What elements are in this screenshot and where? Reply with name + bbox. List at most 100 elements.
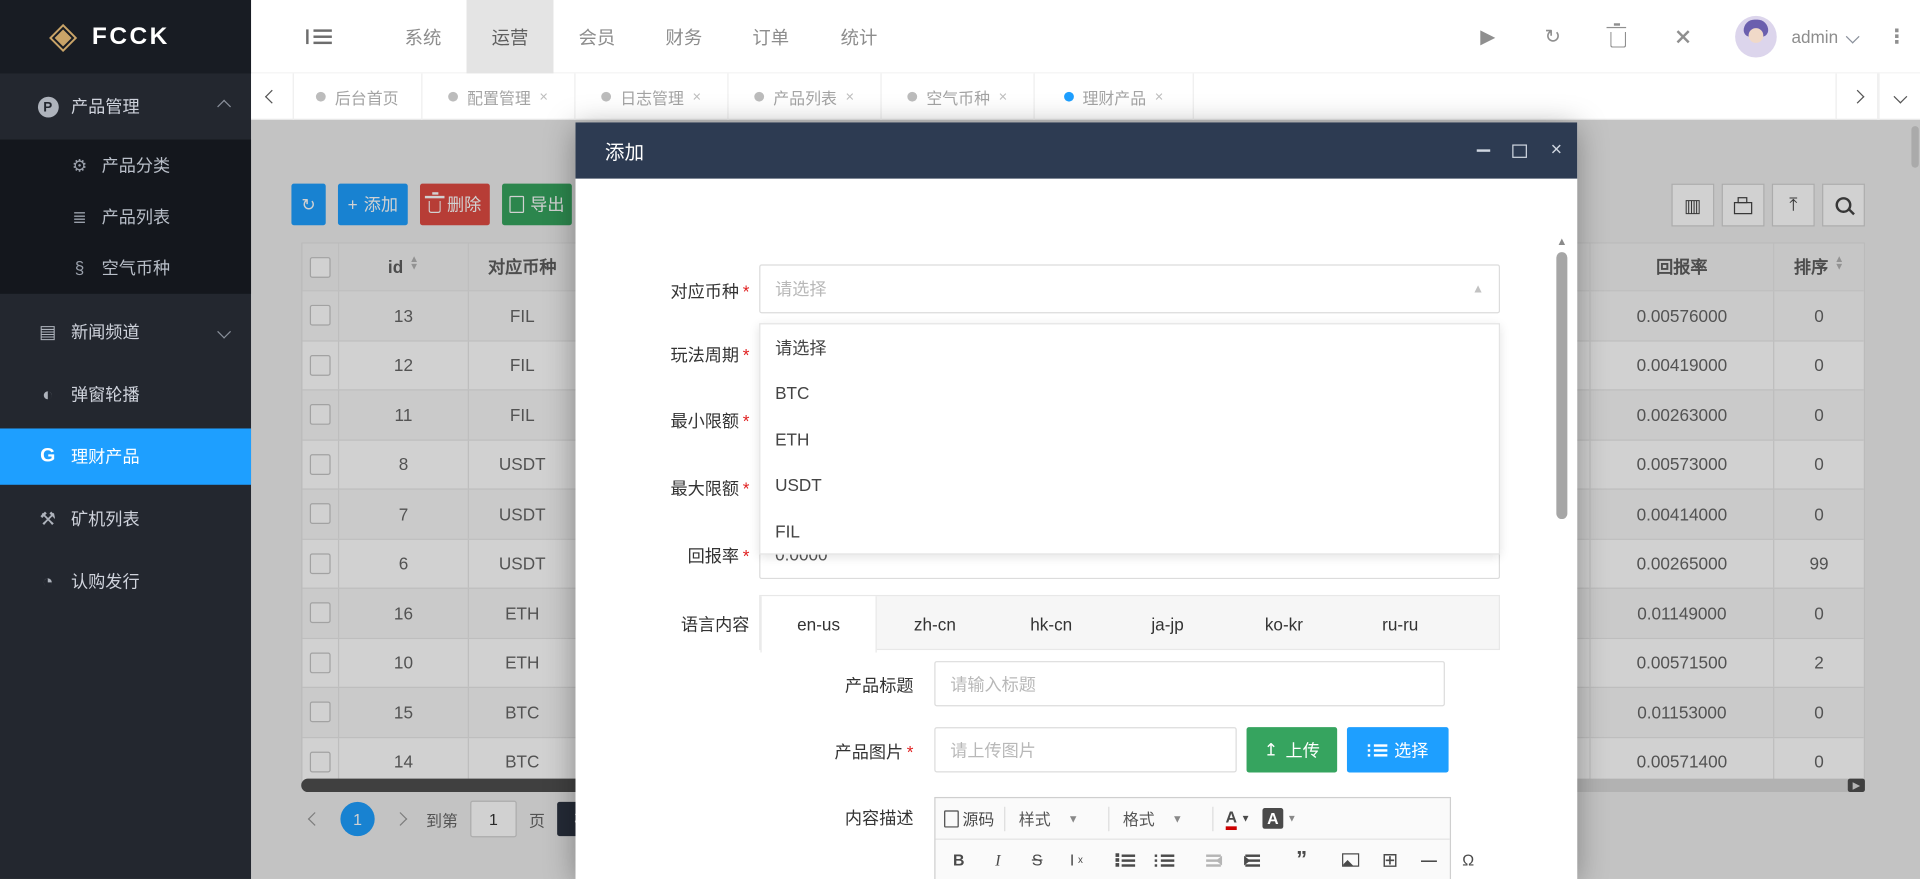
language-tab[interactable]: ko-kr	[1226, 596, 1342, 651]
currency-select[interactable]: 请选择 ▲	[759, 264, 1500, 313]
language-tab[interactable]: en-us	[760, 596, 876, 652]
bg-color-button[interactable]: A▼	[1259, 802, 1301, 834]
tab-wealth-product[interactable]: 理财产品×	[1035, 73, 1194, 120]
user-menu[interactable]: admin	[1791, 0, 1857, 73]
product-image-input[interactable]	[934, 727, 1236, 772]
avatar[interactable]	[1735, 16, 1777, 58]
maximize-button[interactable]	[1501, 122, 1538, 178]
close-tab-icon[interactable]: ×	[539, 88, 548, 105]
sidebar-item-air-coin[interactable]: § 空气币种	[0, 242, 251, 293]
dropdown-option[interactable]: BTC	[760, 370, 1498, 416]
tab-air-coin[interactable]: 空气币种×	[882, 73, 1035, 120]
horizontal-rule-button[interactable]: ―	[1411, 844, 1448, 876]
choose-button[interactable]: 选择	[1347, 727, 1449, 772]
sidebar-item-product-list[interactable]: ≣ 产品列表	[0, 191, 251, 242]
outdent-button[interactable]	[1195, 844, 1232, 876]
clear-cache-button[interactable]	[1593, 0, 1642, 73]
bullet-list-button[interactable]	[1146, 844, 1183, 876]
close-button[interactable]: ×	[1538, 122, 1575, 178]
image-icon	[1342, 853, 1359, 866]
indent-icon	[1245, 859, 1260, 861]
tab-dot	[317, 92, 327, 102]
maximize-icon	[1512, 144, 1527, 157]
tabs-menu-button[interactable]	[1878, 73, 1920, 120]
refresh-icon: ↻	[1544, 24, 1560, 48]
list-icon: ≣	[67, 206, 91, 227]
sidebar-item-product-category[interactable]: ⚙ 产品分类	[0, 140, 251, 191]
chevron-down-icon	[1846, 30, 1860, 44]
collapse-sidebar-button[interactable]	[298, 0, 347, 73]
indent-button[interactable]	[1234, 844, 1271, 876]
source-icon	[944, 810, 959, 827]
text-color-button[interactable]: A▼	[1220, 802, 1257, 834]
dialog-scrollbar[interactable]: ▲	[1556, 242, 1567, 879]
ordered-list-button[interactable]	[1107, 844, 1144, 876]
tabs-scroll-left-button[interactable]	[251, 73, 294, 120]
fullscreen-button[interactable]	[1658, 0, 1707, 73]
brand-diamond-icon: ◈	[49, 18, 77, 55]
close-tab-icon[interactable]: ×	[1155, 88, 1164, 105]
source-code-button[interactable]: 源码	[940, 802, 998, 834]
dropdown-option[interactable]: USDT	[760, 462, 1498, 508]
close-tab-icon[interactable]: ×	[999, 88, 1008, 105]
tab-logs[interactable]: 日志管理×	[576, 73, 729, 120]
minimize-button[interactable]	[1465, 122, 1502, 178]
nav-item-finance[interactable]: 财务	[640, 0, 727, 73]
nav-item-statistics[interactable]: 统计	[816, 0, 903, 73]
dropdown-option[interactable]: ETH	[760, 416, 1498, 462]
style-dropdown[interactable]: 样式▼	[1011, 802, 1102, 834]
page-scrollbar-thumb[interactable]	[1911, 126, 1918, 168]
close-tab-icon[interactable]: ×	[846, 88, 855, 105]
nav-item-order[interactable]: 订单	[727, 0, 814, 73]
wealth-product-icon: G	[34, 446, 61, 468]
tabs-scroll-right-button[interactable]	[1836, 73, 1879, 120]
language-tab[interactable]: ja-jp	[1109, 596, 1225, 651]
sidebar-item-wealth-product[interactable]: G 理财产品	[0, 428, 251, 484]
upload-button[interactable]: ↥上传	[1247, 727, 1338, 772]
language-tab[interactable]: hk-cn	[993, 596, 1109, 651]
scroll-up-arrow[interactable]: ▲	[1556, 235, 1567, 247]
language-tab[interactable]: ru-ru	[1342, 596, 1458, 651]
select-placeholder: 请选择	[775, 277, 826, 301]
sidebar-item-miner-list[interactable]: ⚒ 矿机列表	[0, 491, 251, 547]
product-title-input[interactable]	[934, 661, 1445, 706]
insert-table-button[interactable]: ⊞	[1371, 844, 1408, 876]
editor-toolbar-row1: 源码 样式▼ 格式▼ A▼ A▼	[936, 798, 1450, 840]
sidebar-item-product-management[interactable]: P 产品管理	[0, 78, 251, 134]
sidebar-item-news-channel[interactable]: ▤ 新闻频道	[0, 304, 251, 360]
italic-button[interactable]: I	[980, 844, 1017, 876]
nav-item-operation[interactable]: 运营	[467, 0, 554, 73]
strikethrough-button[interactable]: S	[1019, 844, 1056, 876]
dialog-header[interactable]: 添加 ×	[576, 122, 1578, 178]
tab-product-list[interactable]: 产品列表×	[729, 73, 882, 120]
special-char-button[interactable]: Ω	[1450, 844, 1487, 876]
tab-dashboard[interactable]: 后台首页	[294, 73, 423, 120]
format-dropdown[interactable]: 格式▼	[1116, 802, 1207, 834]
product-management-icon: P	[34, 95, 61, 118]
trash-icon	[1610, 31, 1626, 47]
play-button[interactable]: ▶	[1463, 0, 1512, 73]
dropdown-option[interactable]: FIL	[760, 508, 1498, 554]
more-menu-button[interactable]: ⋮	[1872, 0, 1920, 73]
refresh-button[interactable]: ↻	[1528, 0, 1577, 73]
dialog-scrollbar-thumb[interactable]	[1556, 252, 1567, 519]
miner-icon: ⚒	[34, 508, 61, 530]
close-tab-icon[interactable]: ×	[692, 88, 701, 105]
sidebar-item-popup-carousel[interactable]: ◐ 弹窗轮播	[0, 366, 251, 422]
insert-image-button[interactable]	[1332, 844, 1369, 876]
add-dialog: 添加 × 对应币种* 玩法周期* 最小限额* 最大限额* 回报率* 语言内容 请…	[576, 122, 1578, 879]
brand-name: FCCK	[92, 23, 170, 51]
dialog-title: 添加	[605, 136, 644, 165]
tab-config[interactable]: 配置管理×	[422, 73, 575, 120]
nav-item-system[interactable]: 系统	[380, 0, 467, 73]
nav-item-member[interactable]: 会员	[553, 0, 640, 73]
editor-toolbar-row2: B I S Ix ” ⊞ ― Ω	[936, 840, 1450, 879]
blockquote-button[interactable]: ”	[1283, 844, 1320, 876]
dropdown-option[interactable]: 请选择	[760, 324, 1498, 370]
currency-dropdown: 请选择 BTC ETH USDT FIL	[759, 323, 1500, 554]
sidebar-item-subscription-issue[interactable]: ◔ 认购发行	[0, 553, 251, 609]
bold-button[interactable]: B	[940, 844, 977, 876]
remove-format-button[interactable]: Ix	[1058, 844, 1095, 876]
chevron-up-icon	[217, 100, 231, 114]
language-tab[interactable]: zh-cn	[877, 596, 993, 651]
